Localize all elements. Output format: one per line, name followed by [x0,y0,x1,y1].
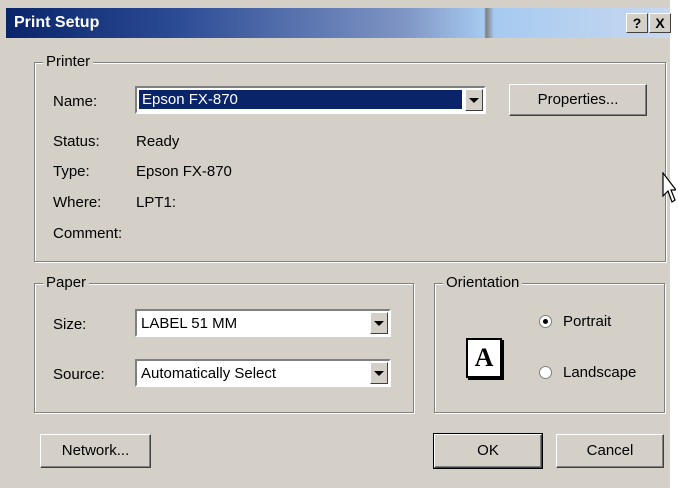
status-label: Status: [53,133,100,150]
printer-name-dropdown[interactable]: Epson FX-870 [135,86,486,114]
printer-name-label: Name: [53,93,98,110]
portrait-label[interactable]: Portrait [563,313,611,330]
where-label: Where: [53,194,102,211]
paper-size-label: Size: [53,316,87,333]
paper-size-value: LABEL 51 MM [141,315,238,332]
mouse-cursor-icon [662,172,676,203]
paper-legend: Paper [43,274,90,292]
type-value: Epson FX-870 [136,163,232,180]
paper-group: Paper [34,274,414,413]
landscape-label[interactable]: Landscape [563,364,636,381]
orientation-legend: Orientation [443,274,523,292]
radio-selected-dot [543,319,548,324]
landscape-radio[interactable] [539,366,552,379]
type-label: Type: [53,163,90,180]
status-value: Ready [136,133,180,150]
comment-label: Comment: [53,225,123,242]
properties-button[interactable]: Properties... [509,84,647,116]
paper-source-value: Automatically Select [141,365,277,382]
dropdown-arrow-icon[interactable] [370,362,388,384]
cancel-button[interactable]: Cancel [556,434,664,468]
portrait-radio[interactable] [539,315,552,328]
where-value: LPT1: [136,194,177,211]
title-bar[interactable]: Print Setup ? X [6,8,671,38]
ok-button[interactable]: OK [433,433,543,469]
printer-name-value: Epson FX-870 [139,90,462,109]
paper-source-dropdown[interactable]: Automatically Select [135,359,391,387]
window-title: Print Setup [14,14,100,31]
print-setup-dialog: Print Setup ? X Printer Name: Epson FX-8… [0,0,676,488]
network-button[interactable]: Network... [40,434,151,468]
portrait-page-icon: A [466,338,502,378]
dropdown-arrow-icon[interactable] [465,89,483,111]
help-button[interactable]: ? [626,13,648,33]
printer-legend: Printer [43,53,94,71]
close-button[interactable]: X [649,13,671,33]
paper-source-label: Source: [53,366,105,383]
dropdown-arrow-icon[interactable] [370,312,388,334]
paper-size-dropdown[interactable]: LABEL 51 MM [135,309,391,337]
